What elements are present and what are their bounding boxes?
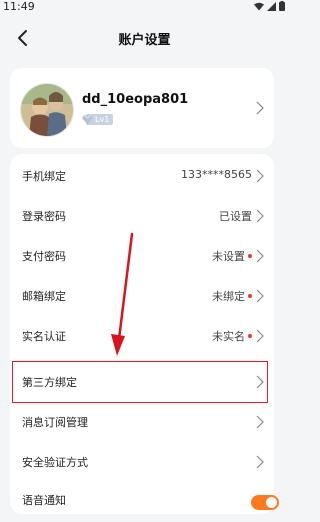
row-value: 未设置: [212, 250, 245, 263]
page-title: 账户设置: [118, 33, 171, 48]
status-time: 11:49: [3, 0, 35, 13]
chevron-right-icon: [256, 415, 264, 429]
voice-notification-row: 语音通知: [10, 482, 274, 522]
chevron-right-icon: [256, 101, 264, 115]
avatar[interactable]: [20, 83, 74, 137]
settings-list: 手机绑定 133****8565 登录密码 已设置 支付密码 未设置 邮箱绑定 …: [10, 154, 274, 514]
row-value: 133****8565: [181, 168, 252, 181]
message-subscription-row[interactable]: 消息订阅管理: [10, 402, 274, 442]
chevron-right-icon: [256, 329, 264, 343]
row-label: 登录密码: [22, 210, 66, 223]
real-name-row[interactable]: 实名认证 未实名: [10, 316, 274, 356]
diamond-icon: [82, 114, 93, 125]
username: dd_10eopa801: [82, 92, 189, 107]
row-label: 实名认证: [22, 330, 66, 343]
notification-dot: [248, 254, 252, 258]
highlight-box: [12, 361, 268, 403]
chevron-right-icon: [256, 209, 264, 223]
notification-dot: [248, 294, 252, 298]
chevron-right-icon: [256, 289, 264, 303]
row-value: 未绑定: [212, 290, 245, 303]
row-value: 已设置: [219, 210, 252, 223]
signal-icon: [267, 1, 276, 11]
status-bar: 11:49: [0, 0, 289, 14]
row-label: 邮箱绑定: [22, 290, 66, 303]
row-value: 未实名: [212, 330, 245, 343]
notification-dot: [248, 334, 252, 338]
login-password-row[interactable]: 登录密码 已设置: [10, 196, 274, 236]
row-label: 安全验证方式: [22, 456, 88, 469]
top-nav: 账户设置: [0, 22, 289, 54]
pay-password-row[interactable]: 支付密码 未设置: [10, 236, 274, 276]
phone-binding-row[interactable]: 手机绑定 133****8565: [10, 156, 274, 196]
row-label: 消息订阅管理: [22, 416, 88, 429]
chevron-right-icon: [256, 249, 264, 263]
toggle-knob: [266, 497, 277, 508]
chevron-right-icon: [256, 169, 264, 183]
level-badge: Lv1: [82, 113, 114, 126]
status-icons: [254, 1, 285, 11]
wifi-icon: [254, 2, 264, 10]
profile-card[interactable]: dd_10eopa801 Lv1: [10, 68, 274, 148]
row-label: 手机绑定: [22, 170, 66, 183]
row-label: 支付密码: [22, 250, 66, 263]
chevron-right-icon: [256, 455, 264, 469]
email-binding-row[interactable]: 邮箱绑定 未绑定: [10, 276, 274, 316]
row-label: 语音通知: [22, 494, 66, 507]
battery-icon: [279, 1, 285, 11]
security-verification-row[interactable]: 安全验证方式: [10, 442, 274, 482]
